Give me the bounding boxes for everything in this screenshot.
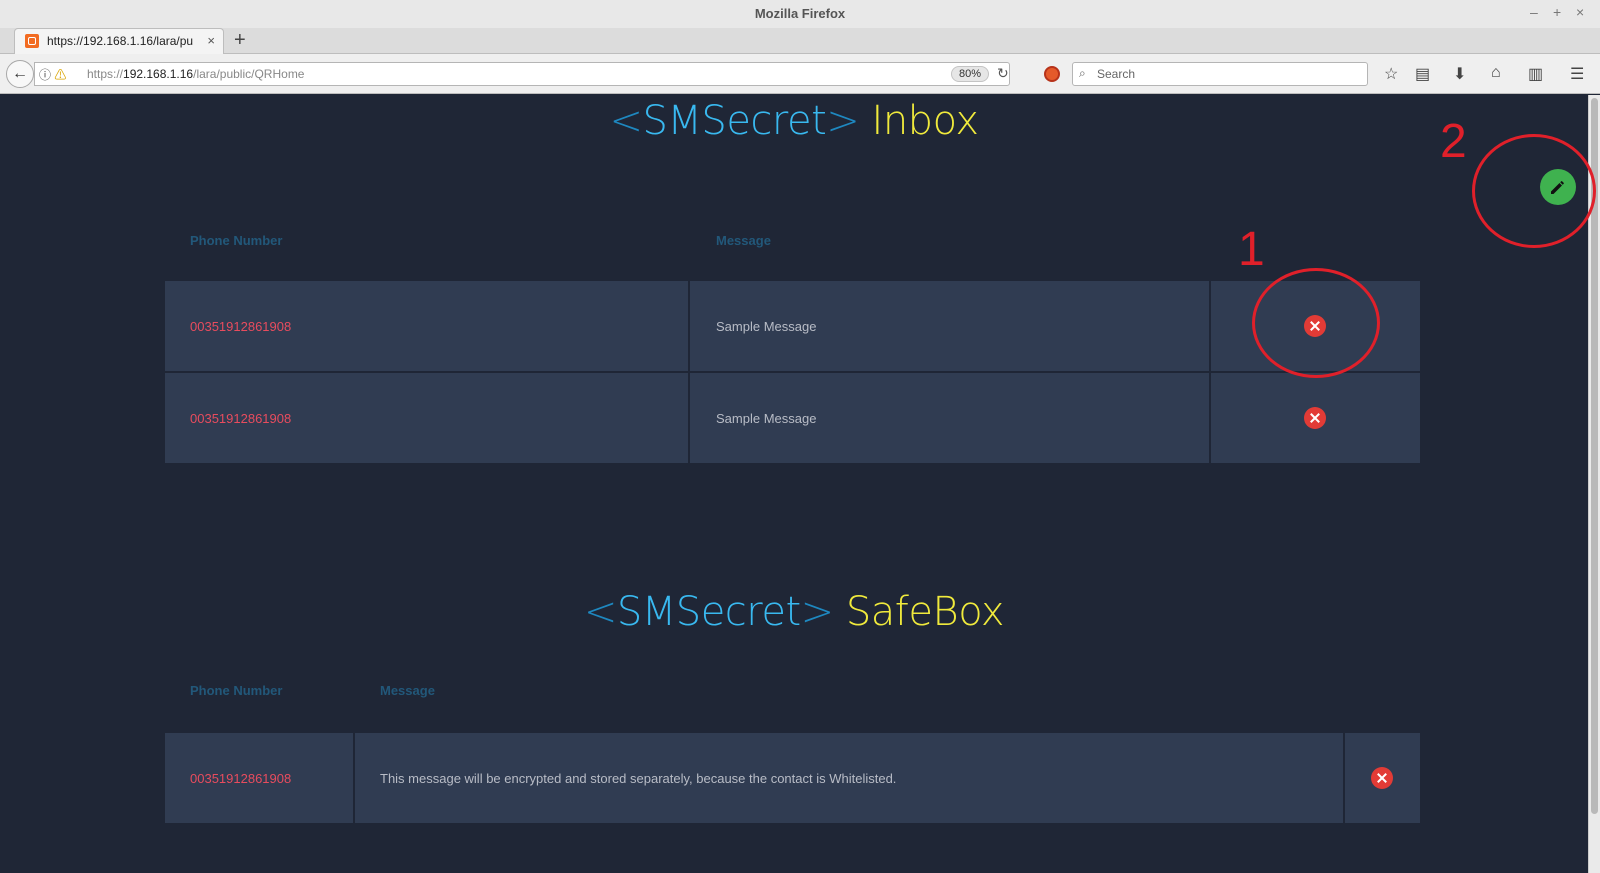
search-input[interactable]: ⌕ Search [1072,62,1368,86]
tab-close-icon[interactable]: × [207,33,215,48]
safebox-col-message: Message [380,683,435,698]
zoom-indicator[interactable]: 80% [951,66,989,82]
tab-bar: https://192.168.1.16/lara/pu × + [0,28,1600,54]
reading-list-icon[interactable]: ▤ [1415,64,1430,84]
window-titlebar: Mozilla Firefox – + × [0,0,1600,28]
phone-number: 00351912861908 [190,319,292,334]
phone-cell: 00351912861908 [165,281,690,371]
safebox-heading: <SMSecret> SafeBox [583,589,1005,635]
phone-number: 00351912861908 [190,411,292,426]
search-icon: ⌕ [1079,66,1086,80]
url-text: https://192.168.1.16/lara/public/QRHome [87,67,305,81]
message-cell: This message will be encrypted and store… [355,733,1345,823]
table-row: 00351912861908 This message will be encr… [165,733,1420,823]
table-row: 00351912861908 Sample Message [165,373,1420,463]
home-icon[interactable]: ⌂ [1491,64,1501,82]
minimize-button[interactable]: – [1530,4,1538,20]
inbox-col-message: Message [716,233,771,248]
inbox-heading: <SMSecret> Inbox [609,98,979,144]
menu-icon[interactable]: ☰ [1570,64,1584,84]
message-text: Sample Message [716,319,817,334]
tab-active[interactable]: https://192.168.1.16/lara/pu × [14,28,224,54]
safebox-table: 00351912861908 This message will be encr… [165,733,1420,823]
table-row: 00351912861908 Sample Message [165,281,1420,371]
content-blocker-icon[interactable] [1044,66,1060,82]
message-cell: Sample Message [690,281,1211,371]
phone-number: 00351912861908 [190,771,292,786]
tab-title: https://192.168.1.16/lara/pu [47,34,194,48]
favicon-icon [25,34,39,48]
close-window-button[interactable]: × [1576,4,1584,20]
message-text: Sample Message [716,411,817,426]
inbox-table: 00351912861908 Sample Message 0035191286… [165,281,1420,465]
new-tab-button[interactable]: + [234,29,246,52]
url-bar[interactable]: ⓘ ⚠ https://192.168.1.16/lara/public/QRH… [34,62,1010,86]
annotation-ring-1 [1252,268,1380,378]
safebox-col-phone: Phone Number [190,683,283,698]
delete-icon[interactable] [1371,767,1393,789]
insecure-lock-icon: ⚠ [54,68,67,82]
site-info-icon[interactable]: ⓘ ⚠ [39,66,66,83]
download-icon[interactable]: ⬇ [1453,64,1466,84]
inbox-col-phone: Phone Number [190,233,283,248]
annotation-number-2: 2 [1440,115,1467,168]
message-cell: Sample Message [690,373,1211,463]
star-icon[interactable]: ☆ [1384,64,1398,84]
search-placeholder: Search [1097,67,1136,81]
action-cell [1345,733,1420,823]
phone-cell: 00351912861908 [165,373,690,463]
reload-icon[interactable]: ↻ [997,65,1009,82]
delete-icon[interactable] [1304,407,1326,429]
back-button[interactable]: ← [6,60,34,88]
annotation-number-1: 1 [1238,223,1265,276]
window-title: Mozilla Firefox [754,6,846,21]
annotation-ring-2 [1472,134,1596,248]
maximize-button[interactable]: + [1553,4,1561,20]
navigation-bar: ← ⓘ ⚠ https://192.168.1.16/lara/public/Q… [0,54,1600,94]
message-text: This message will be encrypted and store… [380,771,897,786]
pocket-icon[interactable]: ▥ [1528,64,1543,84]
action-cell [1211,373,1420,463]
phone-cell: 00351912861908 [165,733,355,823]
